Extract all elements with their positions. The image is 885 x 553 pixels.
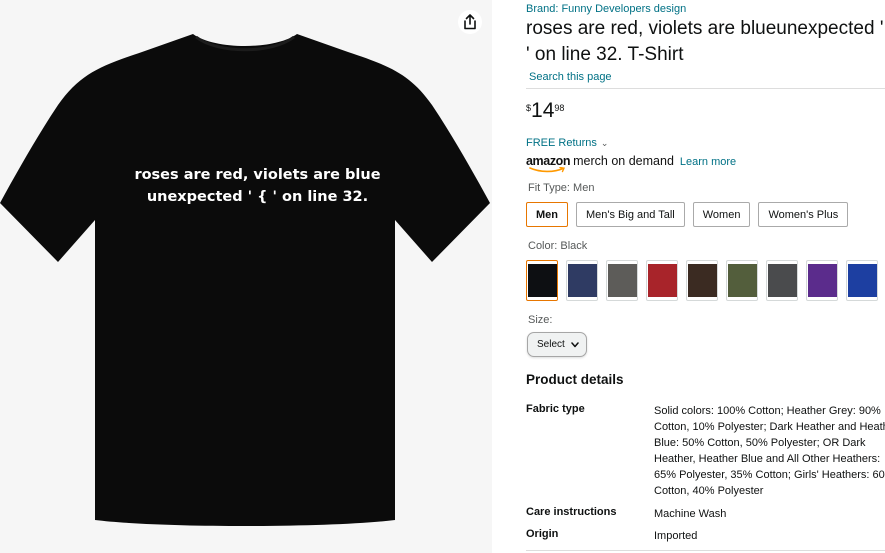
fit-option-women[interactable]: Women (692, 202, 751, 227)
size-label: Size: (528, 314, 553, 326)
merch-on-demand: amazon merch on demand Learn more (526, 154, 736, 173)
tshirt-print-text: roses are red, violets are blue unexpect… (100, 164, 415, 208)
price-whole: 14 (531, 99, 555, 122)
color-selected: Black (560, 240, 588, 252)
swatch-fill (527, 264, 557, 297)
chevron-down-icon (571, 341, 579, 347)
detail-value-line: Solid colors: 100% Cotton; Heather Grey:… (654, 405, 881, 417)
product-details-heading: Product details (526, 372, 624, 387)
product-page: roses are red, violets are blue unexpect… (0, 0, 885, 553)
print-line-1: roses are red, violets are blue (134, 167, 381, 183)
swatch-fill (567, 264, 597, 297)
size-select-label: Select (537, 339, 565, 350)
fit-option-men[interactable]: Men (526, 202, 568, 227)
fit-type-label: Fit Type: Men (528, 182, 594, 194)
detail-value: Solid colors: 100% Cotton; Heather Grey:… (654, 403, 885, 499)
detail-key: Origin (526, 528, 559, 540)
swatch-fill (727, 264, 757, 297)
detail-value: Machine Wash (654, 508, 727, 520)
merch-on-demand-label: merch on demand (573, 154, 674, 168)
color-swatch-dark-heather[interactable] (606, 260, 638, 301)
product-details-column: Brand: Funny Developers design roses are… (526, 0, 885, 553)
color-swatch-royal-blue[interactable] (846, 260, 878, 301)
detail-value-line: Cotton, 10% Polyester; Dark Heather and … (654, 421, 885, 433)
color-swatch-brown[interactable] (686, 260, 718, 301)
detail-value-line: Cotton, 40% Polyester (654, 485, 764, 497)
color-swatch-purple[interactable] (806, 260, 838, 301)
color-label: Color: Black (528, 240, 587, 252)
color-label-text: Color: (528, 240, 558, 252)
detail-value-line: 65% Polyester, 35% Cotton; Girls' Heathe… (654, 469, 885, 481)
print-line-2: unexpected ' { ' on line 32. (146, 189, 369, 205)
share-icon (464, 14, 476, 30)
detail-value: Imported (654, 530, 698, 542)
product-title: roses are red, violets are blueunexpecte… (526, 18, 885, 65)
size-select[interactable]: Select (527, 332, 587, 357)
search-this-page-link[interactable]: Search this page (529, 71, 612, 83)
tshirt-image[interactable] (0, 0, 492, 553)
swatch-fill (647, 264, 677, 297)
amazon-smile-icon (529, 167, 566, 173)
product-image-panel[interactable]: roses are red, violets are blue unexpect… (0, 0, 492, 553)
color-swatch-cranberry[interactable] (646, 260, 678, 301)
amazon-logo-text: amazon (526, 154, 571, 168)
color-swatch-black[interactable] (526, 260, 558, 301)
fit-option-mens-big-and-tall[interactable]: Men's Big and Tall (576, 202, 685, 227)
price: $ 14 98 (526, 100, 564, 122)
swatch-fill (847, 264, 877, 297)
detail-key: Fabric type (526, 403, 585, 415)
free-returns-label: FREE Returns (526, 137, 597, 149)
share-button[interactable] (458, 10, 482, 34)
color-swatches (526, 260, 885, 301)
swatch-fill (767, 264, 797, 297)
learn-more-link[interactable]: Learn more (680, 156, 736, 168)
detail-key: Care instructions (526, 506, 617, 518)
swatch-fill (607, 264, 637, 297)
swatch-fill (687, 264, 717, 297)
free-returns-link[interactable]: FREE Returns ⌄ (526, 137, 608, 149)
color-swatch-olive[interactable] (726, 260, 758, 301)
detail-value-line: Heather, Heather Blue and All Other Heat… (654, 453, 881, 465)
fit-type-selected: Men (573, 182, 595, 194)
divider (526, 550, 885, 551)
chevron-down-icon: ⌄ (600, 138, 609, 148)
fit-type-label-text: Fit Type: (528, 182, 570, 194)
fit-type-options: Men Men's Big and Tall Women Women's Plu… (526, 202, 856, 227)
color-swatch-navy[interactable] (566, 260, 598, 301)
swatch-fill (807, 264, 837, 297)
color-swatch-heather-grey[interactable] (766, 260, 798, 301)
divider (526, 88, 885, 89)
amazon-logo: amazon (526, 154, 571, 173)
fit-option-womens-plus[interactable]: Women's Plus (758, 202, 849, 227)
tshirt-body (0, 34, 490, 526)
price-fraction: 98 (554, 103, 565, 113)
brand-link[interactable]: Brand: Funny Developers design (526, 3, 686, 15)
detail-value-line: Blue: 50% Cotton, 50% Polyester; OR Dark (654, 437, 866, 449)
